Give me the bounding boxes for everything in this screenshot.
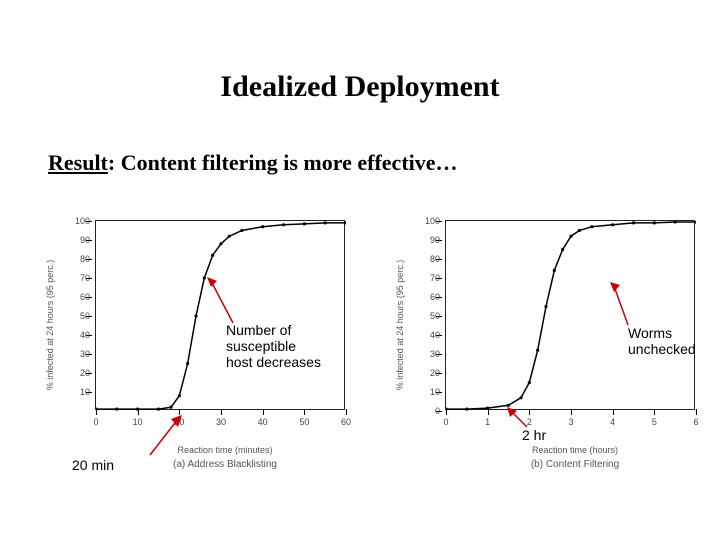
chart-caption-left: (a) Address Blacklisting [173, 459, 277, 470]
y-axis-label: % infected at 24 hours (95 perc.) [45, 260, 55, 391]
x-axis-label: Reaction time (minutes) [177, 445, 272, 455]
subtitle: Result: Content filtering is more effect… [48, 150, 458, 176]
subtitle-underlined: Result [48, 150, 108, 175]
plot-area-left: 102030405060708090100 0102030405060 [95, 220, 345, 410]
annotation-left-x: 20 min [72, 457, 114, 473]
y-axis-label: % infected at 24 hours (95 perc.) [395, 260, 405, 391]
curve-right [446, 221, 696, 411]
annotation-right-x: 2 hr [522, 427, 546, 443]
x-axis-label: Reaction time (hours) [532, 445, 618, 455]
annotation-left-curve: Number ofsusceptiblehost decreases [226, 322, 321, 370]
page-title: Idealized Deployment [0, 70, 720, 104]
chart-caption-right: (b) Content Filtering [531, 459, 619, 470]
subtitle-rest: : Content filtering is more effective… [108, 150, 458, 175]
plot-area-right: 0102030405060708090100 0123456 [445, 220, 695, 410]
annotation-right-curve: Wormsunchecked [628, 325, 696, 357]
curve-left [96, 221, 346, 411]
